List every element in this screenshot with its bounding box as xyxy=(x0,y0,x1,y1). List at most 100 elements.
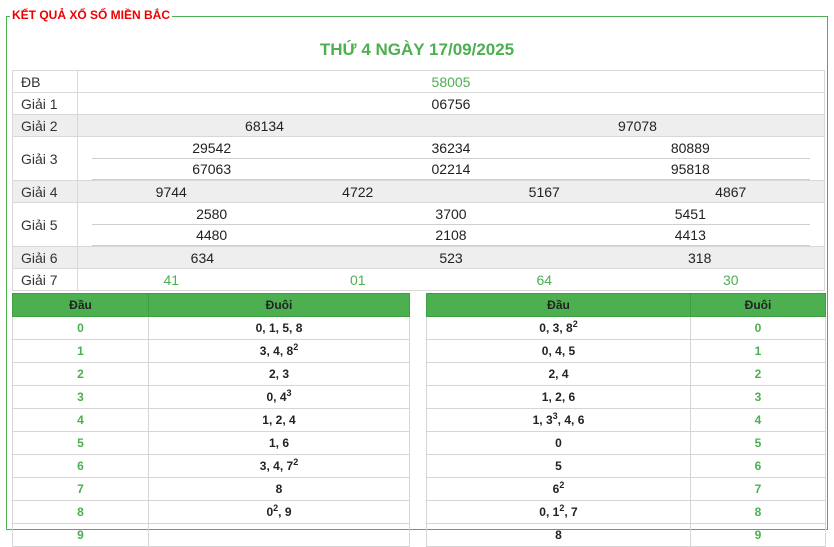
prize-g4-value: 4867 xyxy=(715,183,747,200)
table-row: 89 xyxy=(426,523,826,547)
prize-g2-value: 68134 xyxy=(245,117,284,134)
prize-label-g4: Giải 4 xyxy=(12,180,78,203)
loto-head-cell: 9 xyxy=(12,523,149,547)
prize-g3-value: 67063 xyxy=(192,160,232,177)
loto-tail-cell: 8 xyxy=(690,500,826,524)
column-header-dau: Đầu xyxy=(426,293,691,317)
prize-g1-value: 06756 xyxy=(77,92,825,115)
prize-g6-value: 523 xyxy=(439,249,463,266)
prize-g7-value: 30 xyxy=(722,271,739,288)
loto-head-cell: 1 xyxy=(12,339,149,363)
loto-tail-cell: 2 xyxy=(690,362,826,386)
loto-head-cell: 2 xyxy=(12,362,149,386)
prize-g4-value: 9744 xyxy=(155,183,187,200)
loto-tail-cell: 3 xyxy=(690,385,826,409)
prize-g4-value: 5167 xyxy=(528,183,560,200)
loto-tail-cell xyxy=(148,523,410,547)
column-header-duoi: Đuôi xyxy=(690,293,826,317)
loto-tail-cell: 0, 43 xyxy=(148,385,410,409)
loto-head-cell: 0 xyxy=(426,431,691,455)
loto-head-cell: 1, 2, 6 xyxy=(426,385,691,409)
table-row: 0, 4, 51 xyxy=(426,339,826,363)
prize-g3-value: 95818 xyxy=(670,160,710,177)
loto-head-cell: 2, 4 xyxy=(426,362,691,386)
table-row: 5 1, 6 xyxy=(12,431,410,455)
table-row: 0, 3, 82 0 xyxy=(426,316,826,340)
loto-head-cell: 62 xyxy=(426,477,691,501)
table-row: 4 1, 2, 4 xyxy=(12,408,410,432)
loto-head-cell: 0, 3, 82 xyxy=(426,316,691,340)
prize-g5-value: 2108 xyxy=(435,226,467,243)
table-row: 78 xyxy=(12,477,410,501)
loto-tail-table: Đầu Đuôi 0, 3, 82 0 0, 4, 5 1 2, 4 2 1, 2, 631… xyxy=(426,293,826,547)
prize-g3-value: 29542 xyxy=(192,139,232,156)
prize-label-g7: Giải 7 xyxy=(12,268,78,291)
loto-head-cell: 0 xyxy=(12,316,149,340)
table-row: 1, 33, 4, 64 xyxy=(426,408,826,432)
loto-tail-cell: 7 xyxy=(690,477,826,501)
loto-head-cell: 4 xyxy=(12,408,149,432)
column-header-dau: Đầu xyxy=(12,293,149,317)
prize-g6-value: 634 xyxy=(190,249,215,266)
table-row: 0 0, 1, 5, 8 xyxy=(12,316,410,340)
loto-tail-cell: 9 xyxy=(690,523,826,547)
loto-head-cell: 5 xyxy=(426,454,691,478)
loto-tail-cell: 1, 2, 4 xyxy=(148,408,410,432)
prize-g5-value: 4413 xyxy=(674,226,706,243)
loto-head-cell: 5 xyxy=(12,431,149,455)
loto-head-cell: 1, 33, 4, 6 xyxy=(426,408,691,432)
results-table: ĐB 58005 Giải 1 06756 Giải 2 68134 97078… xyxy=(12,70,825,291)
section-title: KẾT QUẢ XỔ SỐ MIỀN BẮC xyxy=(10,8,173,22)
prize-g5-value: 3700 xyxy=(435,205,467,222)
loto-head-cell: 3 xyxy=(12,385,149,409)
loto-head-cell: 6 xyxy=(12,454,149,478)
prize-g7-value: 64 xyxy=(536,271,553,288)
table-row: 62 7 xyxy=(426,477,826,501)
loto-head-cell: 8 xyxy=(12,500,149,524)
prize-g4-value: 4722 xyxy=(342,183,374,200)
loto-tail-cell: 1, 6 xyxy=(148,431,410,455)
loto-tail-cell: 5 xyxy=(690,431,826,455)
loto-tail-cell: 1 xyxy=(690,339,826,363)
loto-head-cell: 8 xyxy=(426,523,691,547)
table-row: 2 2, 3 xyxy=(12,362,410,386)
table-row: 0, 12, 78 xyxy=(426,500,826,524)
table-row: 6 3, 4, 72 xyxy=(12,454,410,478)
prize-g3-value: 36234 xyxy=(431,139,471,156)
prize-g3-value: 02214 xyxy=(431,160,471,177)
prize-g7-value: 41 xyxy=(163,271,180,288)
draw-date: THỨ 4 NGÀY 17/09/2025 xyxy=(319,40,515,59)
prize-label-db: ĐB xyxy=(12,70,78,93)
loto-tail-cell: 3, 4, 72 xyxy=(148,454,410,478)
prize-g5-value: 5451 xyxy=(674,205,706,222)
loto-head-table: Đầu Đuôi 0 0, 1, 5, 8 1 3, 4, 82 2 2, 3 3 0, 43… xyxy=(12,293,410,547)
prize-g3-value: 80889 xyxy=(670,139,710,156)
prize-g7-value: 01 xyxy=(349,271,366,288)
loto-tail-cell: 4 xyxy=(690,408,826,432)
prize-label-g2: Giải 2 xyxy=(12,114,78,137)
loto-head-cell: 0, 4, 5 xyxy=(426,339,691,363)
table-row: 56 xyxy=(426,454,826,478)
prize-g6-value: 318 xyxy=(688,249,712,266)
column-header-duoi: Đuôi xyxy=(148,293,410,317)
table-row: 1 3, 4, 82 xyxy=(12,339,410,363)
table-row: 05 xyxy=(426,431,826,455)
prize-label-g3: Giải 3 xyxy=(12,136,78,181)
prize-g5-value: 4480 xyxy=(196,226,228,243)
prize-db-value: 58005 xyxy=(77,70,825,93)
loto-tail-cell: 6 xyxy=(690,454,826,478)
loto-head-cell: 7 xyxy=(12,477,149,501)
loto-tail-cell: 02, 9 xyxy=(148,500,410,524)
prize-g2-value: 97078 xyxy=(618,117,657,134)
loto-tail-cell: 2, 3 xyxy=(148,362,410,386)
loto-tail-cell: 8 xyxy=(148,477,410,501)
table-row: 2, 42 xyxy=(426,362,826,386)
prize-label-g5: Giải 5 xyxy=(12,202,78,247)
loto-tail-cell: 0, 1, 5, 8 xyxy=(148,316,410,340)
table-row: 3 0, 43 xyxy=(12,385,410,409)
loto-tail-cell: 0 xyxy=(690,316,826,340)
prize-label-g6: Giải 6 xyxy=(12,246,78,269)
prize-g5-value: 2580 xyxy=(196,205,228,222)
table-row: 8 02, 9 xyxy=(12,500,410,524)
table-row: 9 xyxy=(12,523,410,547)
